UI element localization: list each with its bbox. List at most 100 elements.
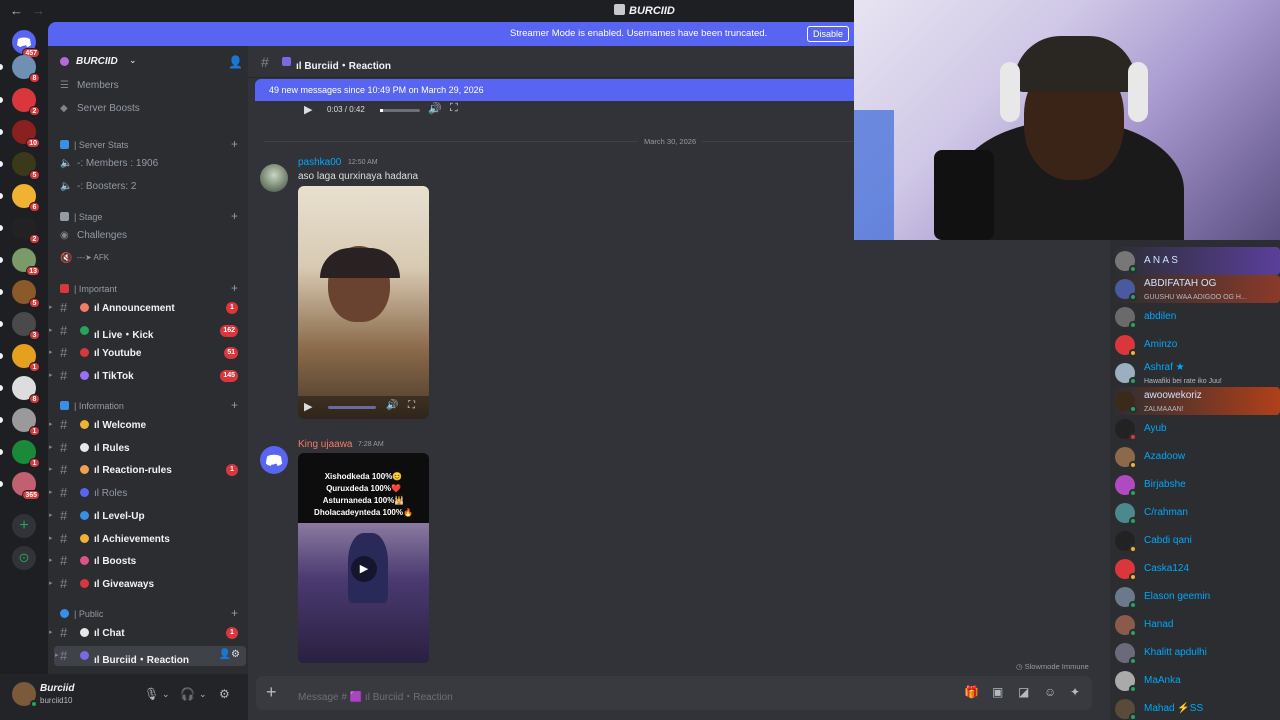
- caret-icon: ▸: [49, 466, 53, 474]
- message-input[interactable]: Message # 🟪 ıl Burciid・Reaction: [298, 688, 453, 703]
- server-icon[interactable]: 1: [12, 344, 40, 372]
- member-item[interactable]: Elason geemin: [1110, 583, 1280, 611]
- direct-messages-button[interactable]: 457: [12, 30, 40, 58]
- category-server-stats[interactable]: | Server Stats +: [48, 137, 248, 153]
- unread-pill: [0, 129, 3, 135]
- forward-arrow-icon[interactable]: →: [32, 3, 45, 18]
- channel-item[interactable]: ▸ # ıl Chat 1: [48, 623, 248, 643]
- volume-icon[interactable]: 🔊: [428, 102, 442, 115]
- server-icon[interactable]: 5: [12, 152, 40, 180]
- member-item[interactable]: Caska124: [1110, 555, 1280, 583]
- apps-icon[interactable]: ✦: [1070, 685, 1080, 699]
- channel-item[interactable]: ▸ # ıl Burciid・Reaction 👤⚙: [54, 645, 246, 666]
- headphones-icon[interactable]: 🎧: [180, 687, 195, 701]
- channel-item[interactable]: ▸ # ıl Giveaways: [48, 574, 248, 594]
- member-item[interactable]: Cabdi qani: [1110, 527, 1280, 555]
- add-user-icon[interactable]: 👤: [228, 55, 243, 69]
- play-icon[interactable]: ▶: [304, 400, 312, 413]
- member-item[interactable]: Aminzo: [1110, 331, 1280, 359]
- server-icon[interactable]: 5: [12, 280, 40, 308]
- disable-button[interactable]: Disable: [807, 26, 849, 42]
- voice-channel-members[interactable]: 🔈 -: Members : 1906: [48, 154, 248, 174]
- plus-icon[interactable]: +: [266, 682, 277, 703]
- member-item[interactable]: C/rahman: [1110, 499, 1280, 527]
- server-icon[interactable]: 3: [12, 312, 40, 340]
- member-item[interactable]: Birjabshe: [1110, 471, 1280, 499]
- play-icon[interactable]: ▶: [351, 556, 377, 582]
- channel-item[interactable]: ▸ # ıl Rules: [48, 438, 248, 458]
- avatar[interactable]: [260, 446, 288, 474]
- category-public[interactable]: | Public +: [48, 606, 248, 622]
- member-item[interactable]: abdilen: [1110, 303, 1280, 331]
- voice-channel-afk[interactable]: 🔇 ---➤ AFK: [48, 249, 248, 269]
- video-progress[interactable]: [328, 406, 376, 409]
- channel-item[interactable]: ▸ # ıl Roles: [48, 483, 248, 503]
- voice-channel-boosters[interactable]: 🔈 -: Boosters: 2: [48, 177, 248, 197]
- member-item[interactable]: Azadoow: [1110, 443, 1280, 471]
- server-boosts-item[interactable]: ◆ Server Boosts: [48, 99, 248, 119]
- channel-item[interactable]: ▸ # ıl Boosts: [48, 551, 248, 571]
- member-item[interactable]: Mahad ⚡SS: [1110, 695, 1280, 720]
- server-icon[interactable]: 2: [12, 216, 40, 244]
- channel-item[interactable]: ▸ # ıl Level-Up: [48, 506, 248, 526]
- volume-icon[interactable]: 🔊: [386, 400, 398, 411]
- server-icon[interactable]: 6: [12, 184, 40, 212]
- member-item[interactable]: Hanad: [1110, 611, 1280, 639]
- member-item[interactable]: MaAnka: [1110, 667, 1280, 695]
- video-progress[interactable]: [380, 109, 420, 112]
- gear-icon[interactable]: ⚙: [219, 687, 230, 701]
- plus-icon[interactable]: +: [231, 398, 238, 412]
- fullscreen-icon[interactable]: ⛶: [408, 400, 415, 411]
- message-author[interactable]: King ujaawa: [298, 439, 352, 450]
- chevron-down-icon[interactable]: ⌄: [162, 689, 170, 700]
- server-icon[interactable]: 1: [12, 408, 40, 436]
- channel-item[interactable]: ▸ # ıl Welcome: [48, 415, 248, 435]
- message-composer[interactable]: + Message # 🟪 ıl Burciid・Reaction 🎁 ▣ ◪ …: [256, 676, 1092, 710]
- server-icon[interactable]: 2: [12, 88, 40, 116]
- plus-icon[interactable]: +: [231, 137, 238, 151]
- category-information[interactable]: | Information +: [48, 398, 248, 414]
- category-stage[interactable]: | Stage +: [48, 209, 248, 225]
- server-icon[interactable]: 10: [12, 120, 40, 148]
- server-icon[interactable]: 365: [12, 472, 40, 500]
- back-arrow-icon[interactable]: ←: [10, 3, 23, 18]
- server-icon[interactable]: 8: [12, 376, 40, 404]
- discover-button[interactable]: ⊙: [12, 546, 36, 570]
- member-item[interactable]: Khalitt apdulhi: [1110, 639, 1280, 667]
- channel-item[interactable]: ▸ # ıl Live・Kick 162: [48, 321, 248, 341]
- stage-channel-challenges[interactable]: ◉ Challenges: [48, 226, 248, 246]
- message-author[interactable]: pashka00: [298, 157, 341, 168]
- channel-item[interactable]: ▸ # ıl Reaction-rules 1: [48, 460, 248, 480]
- plus-icon[interactable]: +: [231, 209, 238, 223]
- member-item[interactable]: A N A S: [1110, 247, 1280, 275]
- gif-icon[interactable]: ▣: [992, 685, 1003, 699]
- server-icon[interactable]: 13: [12, 248, 40, 276]
- video-attachment[interactable]: ▶ 🔊 ⛶: [298, 186, 429, 419]
- channel-item[interactable]: ▸ # ıl Achievements: [48, 529, 248, 549]
- member-item[interactable]: Ayub: [1110, 415, 1280, 443]
- channel-item[interactable]: ▸ # ıl Announcement 1: [48, 298, 248, 318]
- plus-icon[interactable]: +: [231, 606, 238, 620]
- member-item[interactable]: Ashraf ★ Hawafiki bei rate iko Juu!: [1110, 359, 1280, 387]
- gift-icon[interactable]: 🎁: [964, 685, 979, 699]
- channel-settings-icon[interactable]: 👤⚙: [219, 649, 240, 660]
- server-icon[interactable]: 8: [12, 55, 40, 83]
- channel-item[interactable]: ▸ # ıl Youtube 51: [48, 343, 248, 363]
- server-header[interactable]: BURCIID ⌄ 👤: [48, 46, 248, 76]
- server-icon[interactable]: 1: [12, 440, 40, 468]
- chevron-down-icon[interactable]: ⌄: [199, 689, 207, 700]
- member-item[interactable]: awoowekoriz ZALMAAAN!: [1110, 387, 1280, 415]
- emoji-icon[interactable]: ☺: [1044, 685, 1056, 699]
- play-icon[interactable]: ▶: [304, 103, 312, 116]
- avatar[interactable]: [260, 164, 288, 192]
- member-item[interactable]: ABDIFATAH OG GUUSHU WAA ADIGOO OG H...: [1110, 275, 1280, 303]
- plus-icon[interactable]: +: [231, 281, 238, 295]
- video-attachment[interactable]: Xishodkeda 100%😊 Quruxdeda 100%❤️ Asturn…: [298, 453, 429, 663]
- channel-item[interactable]: ▸ # ıl TikTok 145: [48, 366, 248, 386]
- add-server-button[interactable]: +: [12, 514, 36, 538]
- microphone-icon[interactable]: 🎙: [144, 687, 159, 701]
- members-item[interactable]: ☰ Members: [48, 76, 248, 96]
- category-important[interactable]: | Important +: [48, 281, 248, 297]
- fullscreen-icon[interactable]: ⛶: [450, 102, 458, 115]
- sticker-icon[interactable]: ◪: [1018, 685, 1029, 699]
